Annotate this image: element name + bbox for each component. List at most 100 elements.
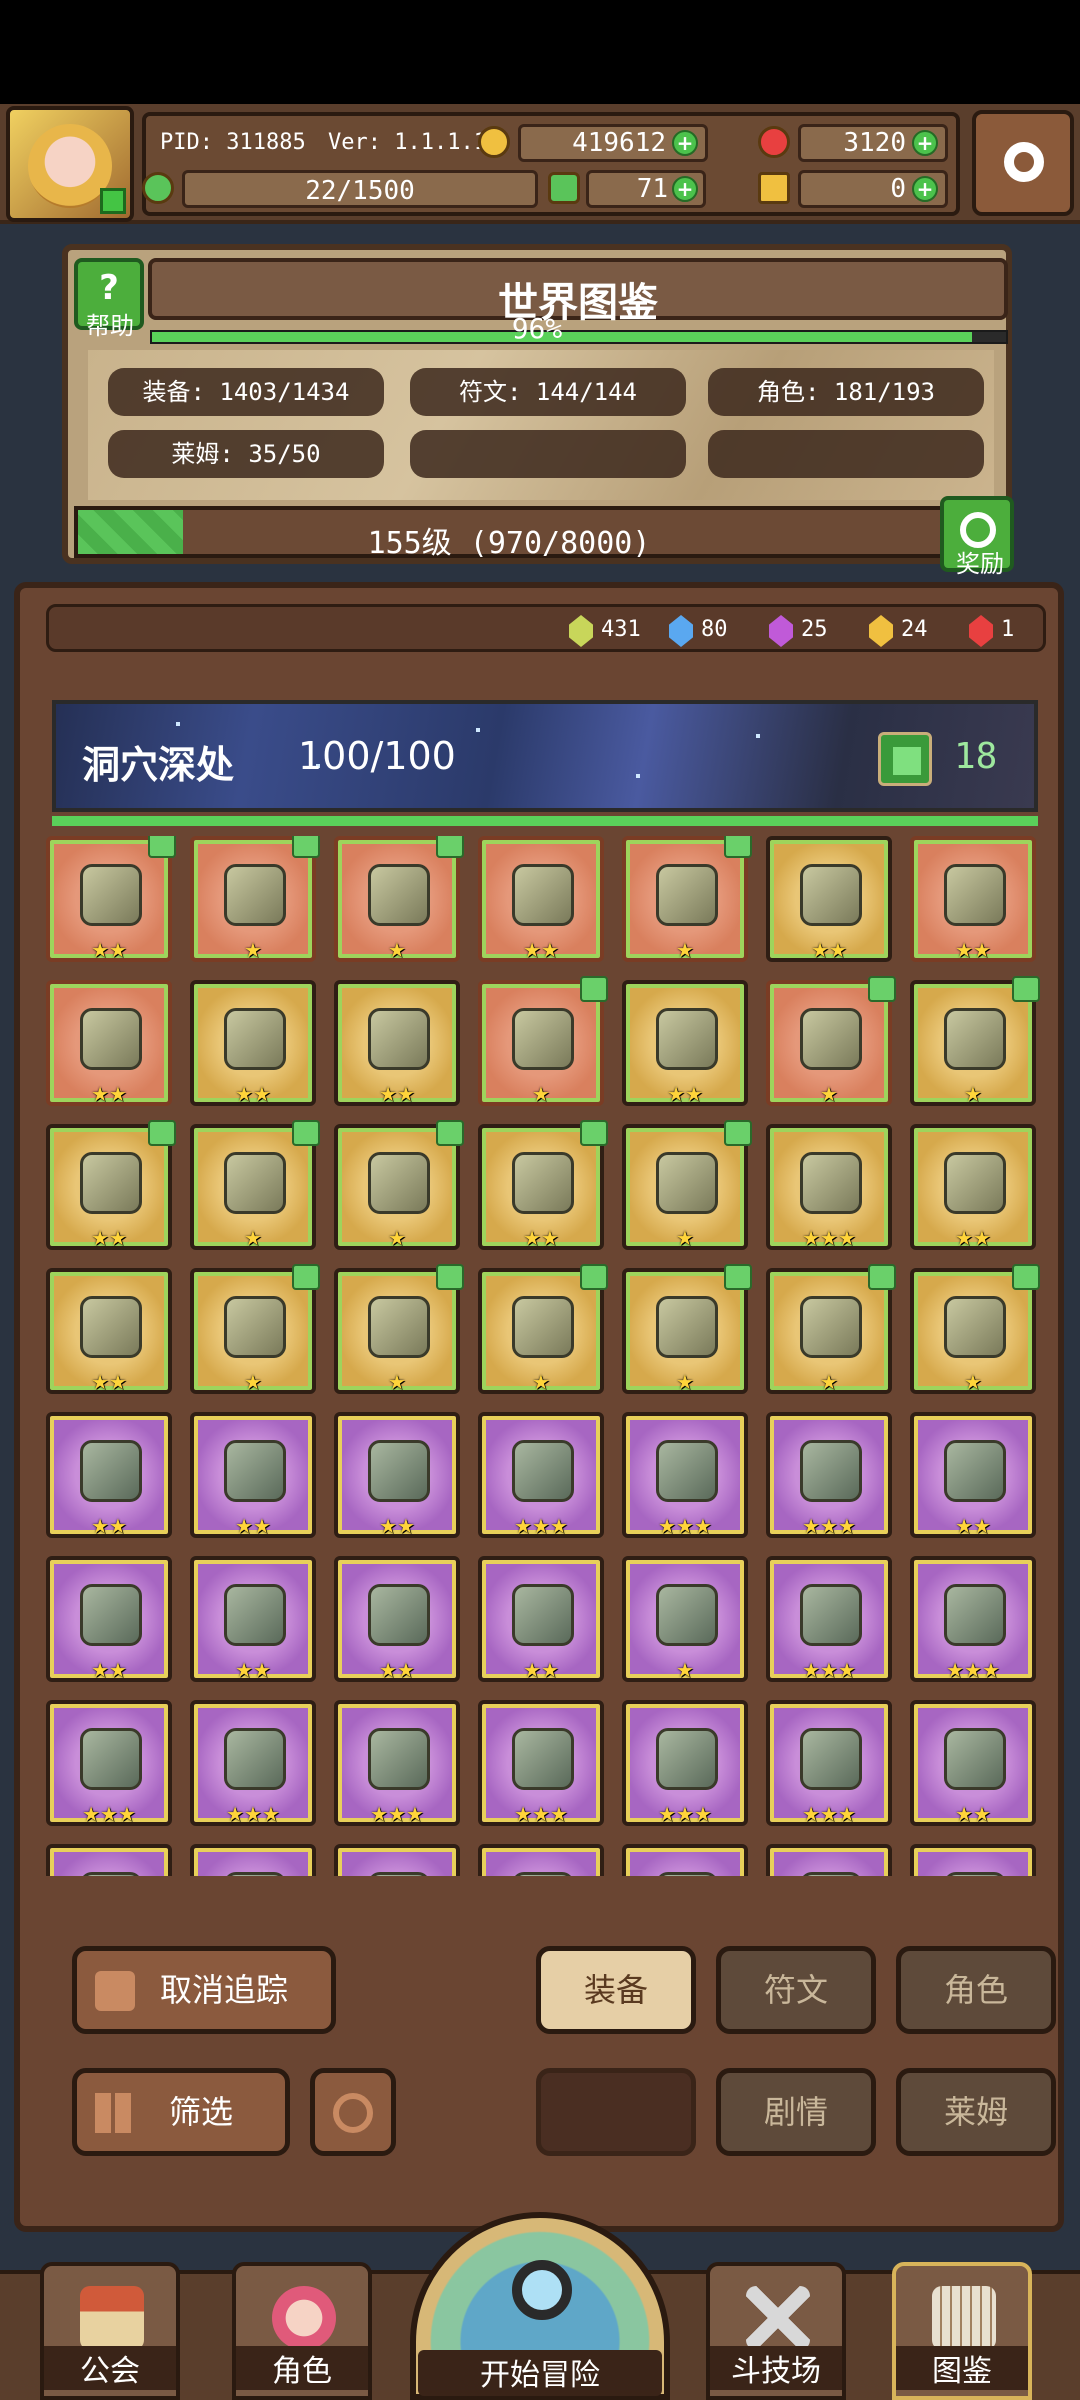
item-sword[interactable]: ★ [622,836,752,962]
item-orb[interactable]: ★★★ [766,1412,892,1538]
item-horned-helm-icon [800,1152,862,1214]
nav-guild[interactable]: 公会 [40,2262,180,2400]
item-royal-helm[interactable]: ★★ [910,1412,1036,1538]
add-gems-button[interactable]: + [912,130,938,156]
tab-story[interactable]: 剧情 [716,2068,876,2156]
item-crab-icon [800,1872,862,1876]
refresh-button[interactable] [310,2068,396,2156]
zone-banner[interactable]: 洞穴深处 100/100 18 [52,700,1038,812]
item-chest-armor-icon [80,864,142,926]
item-staff[interactable]: ★ [478,976,608,1106]
item-bow[interactable]: ★★ [46,980,172,1106]
item-stars: ★★ [955,938,991,962]
item-dark-helm[interactable]: ★★ [910,1124,1036,1250]
item-heels-icon [656,1728,718,1790]
item-knight-armor[interactable]: ★★ [190,1412,316,1538]
item-boots-3[interactable]: ★★ [910,1700,1036,1826]
item-iron-helm[interactable]: ★★★ [910,1556,1036,1682]
item-body-armor[interactable]: ★★ [910,836,1036,962]
player-avatar[interactable] [6,106,134,222]
nav-encyclopedia[interactable]: 图鉴 [892,2262,1032,2400]
item-jade-sword[interactable]: ★★ [46,1412,172,1538]
add-key-button[interactable]: + [912,176,938,202]
filter-button[interactable]: 筛选 [72,2068,290,2156]
like-button[interactable] [878,732,932,786]
item-gem-necklace[interactable]: ★★ [46,1268,172,1394]
item-stone-shield[interactable]: ★ [190,1264,320,1394]
item-shield[interactable]: ★ [910,976,1040,1106]
item-pendant-3[interactable] [622,1844,748,1876]
item-jade-sword-icon [80,1440,142,1502]
item-belt-2[interactable]: ★★ [478,1556,604,1682]
item-boots-2[interactable]: ★★★ [478,1700,604,1826]
item-heels[interactable]: ★★★ [622,1700,748,1826]
item-plate-armor[interactable]: ★★ [334,1412,460,1538]
item-chest-armor[interactable]: ★★ [46,836,176,962]
gem-count: 25 [801,617,828,642]
item-gold-armor[interactable]: ★★ [190,1556,316,1682]
world-map-background: 装备: 1403/1434 符文: 144/144 角色: 181/193 莱姆… [88,350,994,500]
tab-slimes[interactable]: 莱姆 [896,2068,1056,2156]
nav-characters[interactable]: 角色 [232,2262,372,2400]
item-crab-armor[interactable]: ★★ [478,1120,608,1250]
item-torch-icon [80,1872,142,1876]
item-pendant-4[interactable] [910,1844,1036,1876]
item-helmet[interactable]: ★★ [766,836,892,962]
item-stars: ★★ [91,1082,127,1106]
item-horned-helm[interactable]: ★★★ [766,1124,892,1250]
tab-characters[interactable]: 角色 [896,1946,1056,2034]
item-ruby-pendant[interactable]: ★ [766,1264,896,1394]
stamina-clover-icon [142,172,174,204]
reward-button[interactable]: 奖励 [940,496,1014,578]
item-crystal-armor[interactable]: ★ [190,1120,320,1250]
item-goggles[interactable]: ★★ [46,1120,176,1250]
status-bar [0,0,1080,104]
nav-arena[interactable]: 斗技场 [706,2262,846,2400]
item-mace[interactable]: ★ [190,836,320,962]
settings-button[interactable] [972,110,1074,216]
item-stars: ★★ [379,1658,415,1682]
item-shell[interactable]: ★ [622,1264,752,1394]
item-ring[interactable]: ★★ [334,980,460,1106]
item-sun-scroll[interactable]: ★ [622,1120,752,1250]
item-pendant-2[interactable] [334,1844,460,1876]
untrack-button[interactable]: 取消追踪 [72,1946,336,2034]
item-bracer-2[interactable]: ★★★ [190,1700,316,1826]
item-greatsword[interactable]: ★★★ [766,1556,892,1682]
item-crab[interactable] [766,1844,892,1876]
item-arm-guard[interactable]: ★★★ [478,1412,604,1538]
add-gold-button[interactable]: + [672,130,698,156]
item-dark-ring[interactable]: ★★★ [46,1700,172,1826]
item-potion[interactable] [478,1844,604,1876]
item-royal-helm-icon [944,1440,1006,1502]
item-pearl[interactable] [190,1844,316,1876]
item-gold-band[interactable]: ★★★ [766,1700,892,1826]
item-stars: ★★★ [802,1514,856,1538]
item-hat[interactable]: ★★ [622,980,748,1106]
gem-count: 431 [601,617,641,642]
item-stone-bracer[interactable]: ★ [334,1264,464,1394]
item-stars: ★ [244,1226,262,1250]
item-collar[interactable]: ★★★ [334,1700,460,1826]
tab-runes[interactable]: 符文 [716,1946,876,2034]
tab-equipment[interactable]: 装备 [536,1946,696,2034]
item-boots-icon [656,1584,718,1646]
item-star-charm[interactable]: ★ [478,1264,608,1394]
item-stars: ★★ [91,1514,127,1538]
item-demon-helm[interactable]: ★ [334,1120,464,1250]
item-gauntlet[interactable]: ★ [334,836,464,962]
liked-thumbs-up-icon [580,1120,608,1146]
item-visor-helm[interactable]: ★★ [46,1556,172,1682]
item-boots[interactable]: ★ [622,1556,748,1682]
item-ruby-ring[interactable]: ★ [910,1264,1040,1394]
zone-progress-line [52,816,1038,826]
item-stars: ★ [676,1226,694,1250]
item-bracelet[interactable]: ★★★ [622,1412,748,1538]
item-gloves[interactable]: ★★ [334,1556,460,1682]
item-necklace[interactable]: ★ [766,976,896,1106]
item-amulet[interactable]: ★★ [190,980,316,1106]
gem-icon [569,615,593,647]
item-torch[interactable] [46,1844,172,1876]
item-belt[interactable]: ★★ [478,836,604,962]
add-clover-button[interactable]: + [672,176,698,202]
